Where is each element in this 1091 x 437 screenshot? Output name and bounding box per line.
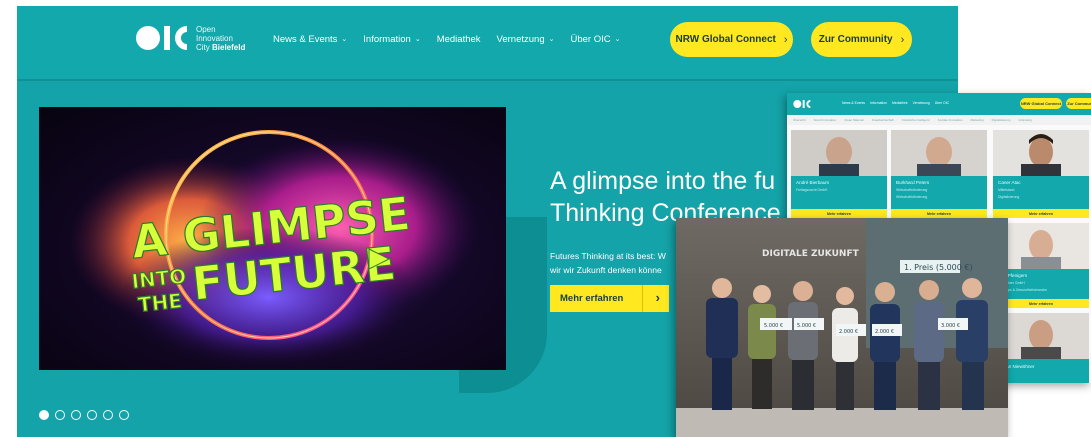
- subnav-item[interactable]: Soziale Innovation: [938, 118, 963, 122]
- carousel-dot[interactable]: [87, 410, 97, 420]
- button-label: Mehr erfahren: [560, 293, 624, 304]
- cheque-amount: 5.000 €: [764, 323, 783, 329]
- nrw-global-connect-button[interactable]: NRW Global Connect ›: [670, 22, 793, 57]
- mini-subnav: Übersicht Smart Innovation Clean Materia…: [787, 115, 1091, 125]
- collage: Open Innovation City Bielefeld News & Ev…: [0, 0, 1091, 437]
- person-topic: Wirtschaftsförderung: [896, 195, 928, 199]
- logo-line-1: Open: [196, 24, 216, 34]
- button-label: Zur Community: [818, 34, 893, 45]
- nav-label: Vernetzung: [496, 34, 545, 45]
- subnav-item[interactable]: Übersicht: [793, 118, 806, 122]
- cheque-amount: 3.000 €: [941, 323, 960, 329]
- mehr-erfahren-button[interactable]: Mehr erfahren: [993, 209, 1089, 218]
- person-photo: [993, 130, 1089, 176]
- nav-mediathek[interactable]: Mediathek: [437, 34, 481, 45]
- mini-nav: News & Events Information Mediathek Vern…: [842, 101, 949, 105]
- logo-line-2: Innovation: [196, 33, 233, 43]
- mini-community-button[interactable]: Zur Community: [1066, 98, 1091, 109]
- logo-line-3-bold: Bielefeld: [212, 42, 246, 52]
- headline-line-1: A glimpse into the fu: [550, 167, 776, 195]
- person-company: Freitagsnacht GmbH: [796, 188, 828, 192]
- nav-label: Information: [363, 34, 411, 45]
- carousel-dot[interactable]: [39, 410, 49, 420]
- carousel-dot[interactable]: [119, 410, 129, 420]
- logo-line-3: City Bielefeld: [196, 43, 245, 52]
- logo-line-3-prefix: City: [196, 42, 212, 52]
- nav-label: Über OIC: [570, 34, 611, 45]
- mini-nrw-button[interactable]: NRW Global Connect: [1020, 98, 1062, 109]
- carousel-dots: [39, 410, 129, 420]
- photo-graphic: DIGITALE ZUKUNFT 1. Preis (5.000 €) 5.00…: [676, 218, 1008, 437]
- backdrop-text: DIGITALE ZUKUNFT: [762, 249, 860, 259]
- person-name: André Bierbaum: [796, 180, 830, 185]
- cheque-amount: 2.000 €: [875, 329, 894, 335]
- person-card[interactable]: Burkhard Peters Wirtschaftsförderung Wir…: [891, 130, 987, 218]
- oic-logo-icon: [136, 26, 187, 50]
- cheque-amount: 5.000 €: [797, 323, 816, 329]
- mehr-erfahren-button[interactable]: Mehr erfahren: [891, 209, 987, 218]
- nav-ueber-oic[interactable]: Über OIC ⌄: [571, 34, 621, 45]
- mini-nav-item[interactable]: Über OIC: [935, 101, 949, 105]
- person-name: Caner Atac: [998, 180, 1021, 185]
- hero-artwork[interactable]: A GLIMPSE INTO THE FUTURE: [39, 107, 506, 370]
- mini-nav-item[interactable]: Vernetzung: [913, 101, 930, 105]
- mehr-erfahren-button[interactable]: Mehr erfahren: [791, 209, 887, 218]
- subnav-item[interactable]: Künstliche Intelligenz: [902, 118, 930, 122]
- person-photo: [891, 130, 987, 176]
- mehr-erfahren-button[interactable]: Mehr erfahren ›: [550, 285, 669, 312]
- button-label: NRW Global Connect: [675, 34, 776, 45]
- nav-news-events[interactable]: News & Events ⌄: [273, 34, 347, 45]
- subnav-item[interactable]: Smart Innovation: [814, 118, 837, 122]
- mini-nav-item[interactable]: News & Events: [842, 101, 865, 105]
- artwork-graphic: A GLIMPSE INTO THE FUTURE: [69, 130, 479, 367]
- logo-wordmark: Open Innovation City Bielefeld: [196, 25, 245, 52]
- carousel-dot[interactable]: [103, 410, 113, 420]
- cheque-amount: 2.000 €: [839, 329, 858, 335]
- person-name: Burkhard Peters: [896, 180, 930, 185]
- subnav-item[interactable]: Marketing: [970, 118, 983, 122]
- person-company: Mittelstand: [998, 188, 1015, 192]
- chevron-right-icon: ›: [900, 33, 905, 46]
- nav-information[interactable]: Information ⌄: [363, 34, 420, 45]
- subnav-item[interactable]: Digitalisierung: [992, 118, 1011, 122]
- mini-nav-item[interactable]: Mediathek: [892, 101, 908, 105]
- carousel-dot[interactable]: [71, 410, 81, 420]
- prize-sign-text: 1. Preis (5.000 €): [904, 263, 973, 272]
- person-photo: [791, 130, 887, 176]
- mini-header: News & Events Information Mediathek Vern…: [787, 93, 1091, 115]
- chevron-right-icon: ›: [655, 290, 660, 305]
- oic-logo-icon: [793, 100, 811, 108]
- person-company: Wirtschaftsförderung: [896, 188, 928, 192]
- nav-label: News & Events: [273, 34, 338, 45]
- divider: [642, 285, 643, 312]
- award-ceremony-photo: DIGITALE ZUKUNFT 1. Preis (5.000 €) 5.00…: [676, 218, 1008, 437]
- header-bar: Open Innovation City Bielefeld News & Ev…: [17, 6, 958, 81]
- person-card[interactable]: Caner Atac Mittelstand Digitalisierung M…: [993, 130, 1089, 218]
- zur-community-button[interactable]: Zur Community ›: [811, 22, 912, 57]
- subnav-item[interactable]: Gründung: [1018, 118, 1031, 122]
- main-nav: News & Events ⌄ Information ⌄ Mediathek Ve…: [273, 34, 637, 45]
- subnav-item[interactable]: Kreativwirtschaft: [872, 118, 894, 122]
- oic-logo[interactable]: Open Innovation City Bielefeld: [135, 23, 245, 53]
- nav-label: Mediathek: [436, 34, 481, 45]
- chevron-right-icon: ›: [783, 33, 788, 46]
- chevron-down-icon: ⌄: [414, 36, 421, 43]
- person-topic: Digitalisierung: [998, 195, 1020, 199]
- chevron-down-icon: ⌄: [341, 36, 348, 43]
- chevron-down-icon: ⌄: [548, 36, 555, 43]
- carousel-dot[interactable]: [55, 410, 65, 420]
- person-card[interactable]: André Bierbaum Freitagsnacht GmbH Mehr e…: [791, 130, 887, 218]
- artwork-text-3: THE: [137, 288, 183, 316]
- chevron-down-icon: ⌄: [614, 36, 621, 43]
- subnav-item[interactable]: Clean Material: [844, 118, 863, 122]
- mini-nav-item[interactable]: Information: [870, 101, 887, 105]
- nav-vernetzung[interactable]: Vernetzung ⌄: [497, 34, 555, 45]
